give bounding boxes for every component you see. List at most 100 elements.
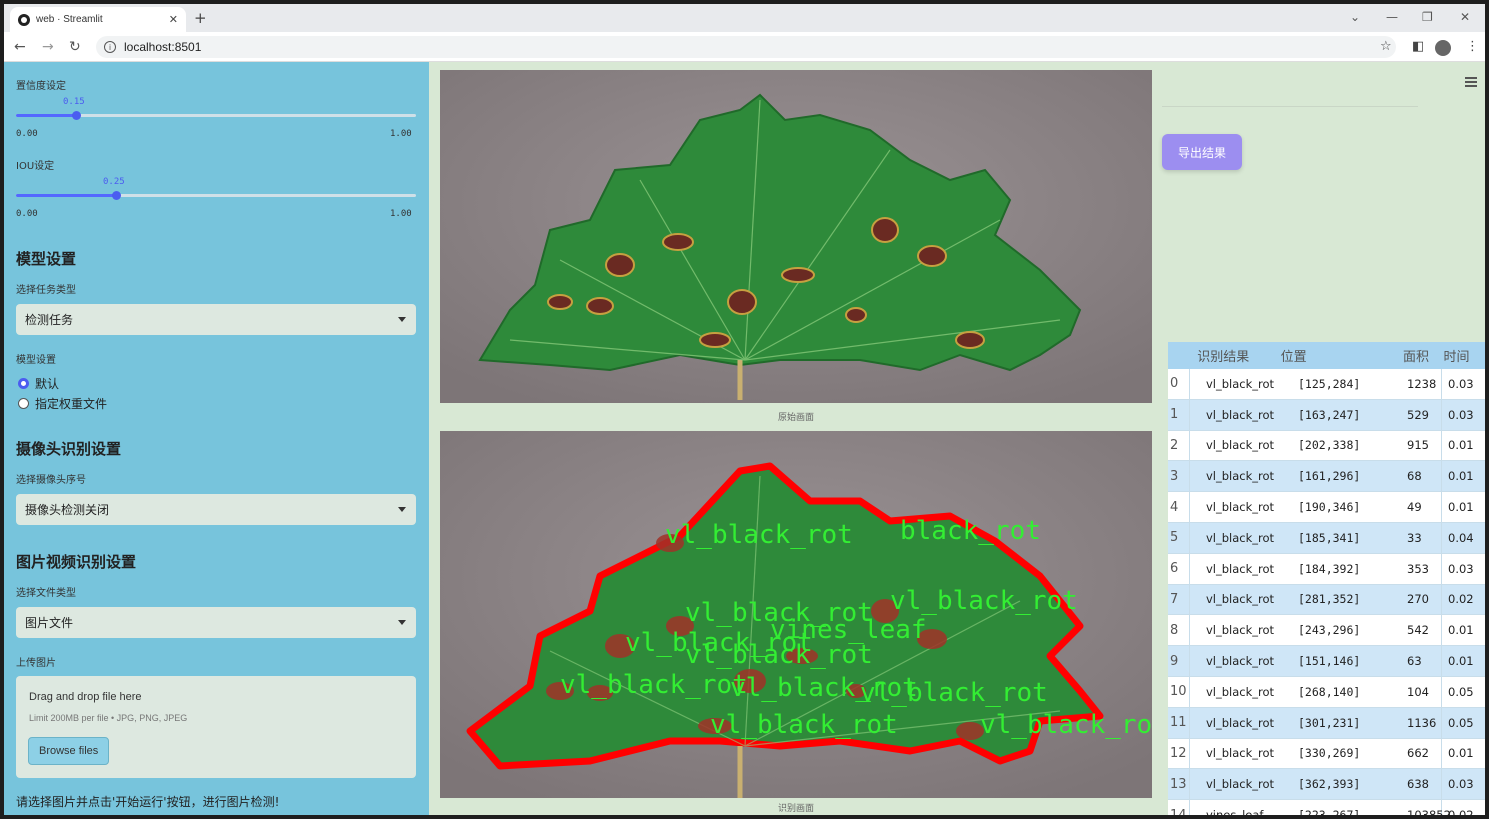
table-row[interactable]: 9 vl_black_rot [151,146] 63 0.01 bbox=[1168, 646, 1485, 677]
file-dropzone[interactable]: Drag and drop file here Limit 200MB per … bbox=[16, 676, 416, 778]
detection-label: vl_black_rot bbox=[860, 678, 1048, 708]
chevron-down-icon bbox=[398, 507, 406, 512]
file-type-value: 图片文件 bbox=[25, 616, 74, 630]
camera-index-select[interactable]: 摄像头检测关闭 bbox=[16, 494, 416, 525]
table-row[interactable]: 14vines_leaf[223,267]1038520.02 bbox=[1168, 800, 1485, 815]
iou-slider-handle[interactable] bbox=[112, 191, 121, 200]
site-info-icon[interactable]: i bbox=[104, 41, 116, 53]
forward-icon[interactable]: → bbox=[42, 39, 54, 55]
confidence-max: 1.00 bbox=[390, 129, 412, 139]
export-results-button[interactable]: 导出结果 bbox=[1162, 134, 1242, 170]
row-index: 8 bbox=[1168, 615, 1190, 646]
row-position: [362,393] bbox=[1298, 777, 1361, 792]
detection-label: vl_black_rot bbox=[665, 520, 853, 550]
title-bar: web · Streamlit ✕ + ⌄ — ❐ ✕ bbox=[4, 4, 1485, 32]
table-row[interactable]: 0 vl_black_rot [125,284] 1238 0.03 bbox=[1168, 369, 1485, 400]
profile-avatar-icon[interactable] bbox=[1435, 40, 1451, 56]
header-area[interactable]: 面积 bbox=[1403, 342, 1444, 369]
row-time: 0.02 bbox=[1442, 808, 1485, 815]
row-position: [163,247] bbox=[1298, 407, 1361, 422]
original-image bbox=[440, 70, 1152, 403]
reload-icon[interactable]: ↻ bbox=[69, 39, 81, 55]
minimize-icon[interactable]: — bbox=[1386, 10, 1398, 24]
row-area: 49 bbox=[1401, 492, 1442, 522]
task-type-value: 检测任务 bbox=[25, 313, 74, 327]
confidence-slider-fill bbox=[16, 114, 76, 117]
close-tab-icon[interactable]: ✕ bbox=[169, 13, 178, 26]
confidence-slider-handle[interactable] bbox=[72, 111, 81, 120]
table-row[interactable]: 7 vl_black_rot [281,352] 270 0.02 bbox=[1168, 584, 1485, 616]
browse-files-button[interactable]: Browse files bbox=[28, 737, 110, 765]
row-position: [281,352] bbox=[1298, 592, 1361, 607]
file-type-select[interactable]: 图片文件 bbox=[16, 607, 416, 638]
header-result[interactable]: 识别结果 bbox=[1189, 346, 1270, 365]
tab-title: web · Streamlit bbox=[36, 14, 103, 25]
row-position: [202,338] bbox=[1298, 438, 1361, 453]
table-body: 0 vl_black_rot [125,284] 1238 0.03 1 vl_black_… bbox=[1168, 369, 1485, 815]
hamburger-menu-icon[interactable] bbox=[1465, 77, 1477, 89]
row-result: vl_black_rot bbox=[1206, 469, 1275, 484]
header-time[interactable]: 时间 bbox=[1444, 346, 1485, 365]
row-time: 0.01 bbox=[1448, 469, 1474, 484]
row-time: 0.04 bbox=[1448, 530, 1474, 545]
model-settings-label: 模型设置 bbox=[16, 355, 56, 366]
close-window-icon[interactable]: ✕ bbox=[1460, 10, 1470, 24]
confidence-min: 0.00 bbox=[16, 129, 38, 139]
table-row[interactable]: 11 vl_black_rot [301,231] 1136 0.05 bbox=[1168, 707, 1485, 739]
row-area: 638 bbox=[1401, 769, 1442, 800]
row-result: vl_black_rot bbox=[1206, 438, 1275, 453]
more-menu-icon[interactable]: ⋮ bbox=[1466, 39, 1479, 54]
radio-default[interactable]: 默认 bbox=[18, 375, 59, 392]
row-position: [190,346] bbox=[1298, 500, 1361, 515]
row-index: 1 bbox=[1168, 399, 1190, 430]
row-index: 0 bbox=[1168, 369, 1190, 399]
radio-selected-icon bbox=[18, 378, 29, 389]
confidence-value: 0.15 bbox=[63, 97, 85, 107]
upload-limit-text: Limit 200MB per file • JPG, PNG, JPEG bbox=[29, 713, 188, 723]
table-row[interactable]: 8 vl_black_rot [243,296] 542 0.01 bbox=[1168, 615, 1485, 647]
file-type-label: 选择文件类型 bbox=[16, 588, 76, 599]
task-type-select[interactable]: 检测任务 bbox=[16, 304, 416, 335]
result-caption: 识别画面 bbox=[777, 804, 814, 814]
row-position: [184,392] bbox=[1298, 561, 1361, 576]
header-position[interactable]: 位置 bbox=[1271, 346, 1403, 365]
detection-label: vl_black_rot bbox=[560, 670, 748, 700]
row-index: 12 bbox=[1168, 738, 1190, 769]
row-time: 0.01 bbox=[1448, 500, 1474, 515]
radio-custom-weights[interactable]: 指定权重文件 bbox=[18, 395, 107, 412]
tab-search-icon[interactable]: ⌄ bbox=[1350, 10, 1360, 24]
table-row[interactable]: 12 vl_black_rot [330,269] 662 0.01 bbox=[1168, 738, 1485, 770]
iou-slider[interactable] bbox=[16, 191, 416, 200]
table-row[interactable]: 13 vl_black_rot [362,393] 638 0.03 bbox=[1168, 769, 1485, 801]
row-time: 0.03 bbox=[1448, 376, 1474, 391]
url-field[interactable]: i localhost:8501 bbox=[96, 36, 1396, 58]
confidence-slider[interactable] bbox=[16, 111, 416, 120]
row-time: 0.02 bbox=[1448, 592, 1474, 607]
row-area: 1136 bbox=[1401, 707, 1442, 738]
table-row[interactable]: 2 vl_black_rot [202,338] 915 0.01 bbox=[1168, 430, 1485, 462]
bookmark-star-icon[interactable]: ☆ bbox=[1380, 39, 1392, 54]
restore-icon[interactable]: ❐ bbox=[1422, 10, 1433, 24]
table-row[interactable]: 1 vl_black_rot [163,247] 529 0.03 bbox=[1168, 399, 1485, 431]
table-row[interactable]: 3 vl_black_rot [161,296] 68 0.01 bbox=[1168, 461, 1485, 493]
row-result: vl_black_rot bbox=[1206, 561, 1275, 576]
table-row[interactable]: 10 vl_black_rot [268,140] 104 0.05 bbox=[1168, 676, 1485, 708]
row-time: 0.03 bbox=[1448, 407, 1474, 422]
side-panel-icon[interactable]: ◧ bbox=[1412, 39, 1424, 54]
back-icon[interactable]: ← bbox=[14, 39, 26, 55]
table-row[interactable]: 6 vl_black_rot [184,392] 353 0.03 bbox=[1168, 553, 1485, 585]
row-result: vl_black_rot bbox=[1206, 592, 1275, 607]
row-area: 104 bbox=[1401, 676, 1442, 707]
row-area: 915 bbox=[1401, 430, 1442, 461]
new-tab-icon[interactable]: + bbox=[194, 9, 207, 27]
row-time: 0.05 bbox=[1448, 715, 1474, 730]
table-row[interactable]: 5 vl_black_rot [185,341] 33 0.04 bbox=[1168, 522, 1485, 554]
browser-tab[interactable]: web · Streamlit ✕ bbox=[10, 7, 186, 32]
detection-label: vl_black_rot bbox=[710, 710, 898, 740]
iou-slider-fill bbox=[16, 194, 116, 197]
table-row[interactable]: 4 vl_black_rot [190,346] 49 0.01 bbox=[1168, 492, 1485, 523]
row-position: [151,146] bbox=[1298, 654, 1361, 669]
camera-index-value: 摄像头检测关闭 bbox=[25, 503, 110, 517]
chevron-down-icon bbox=[398, 620, 406, 625]
radio-default-label: 默认 bbox=[35, 377, 60, 391]
